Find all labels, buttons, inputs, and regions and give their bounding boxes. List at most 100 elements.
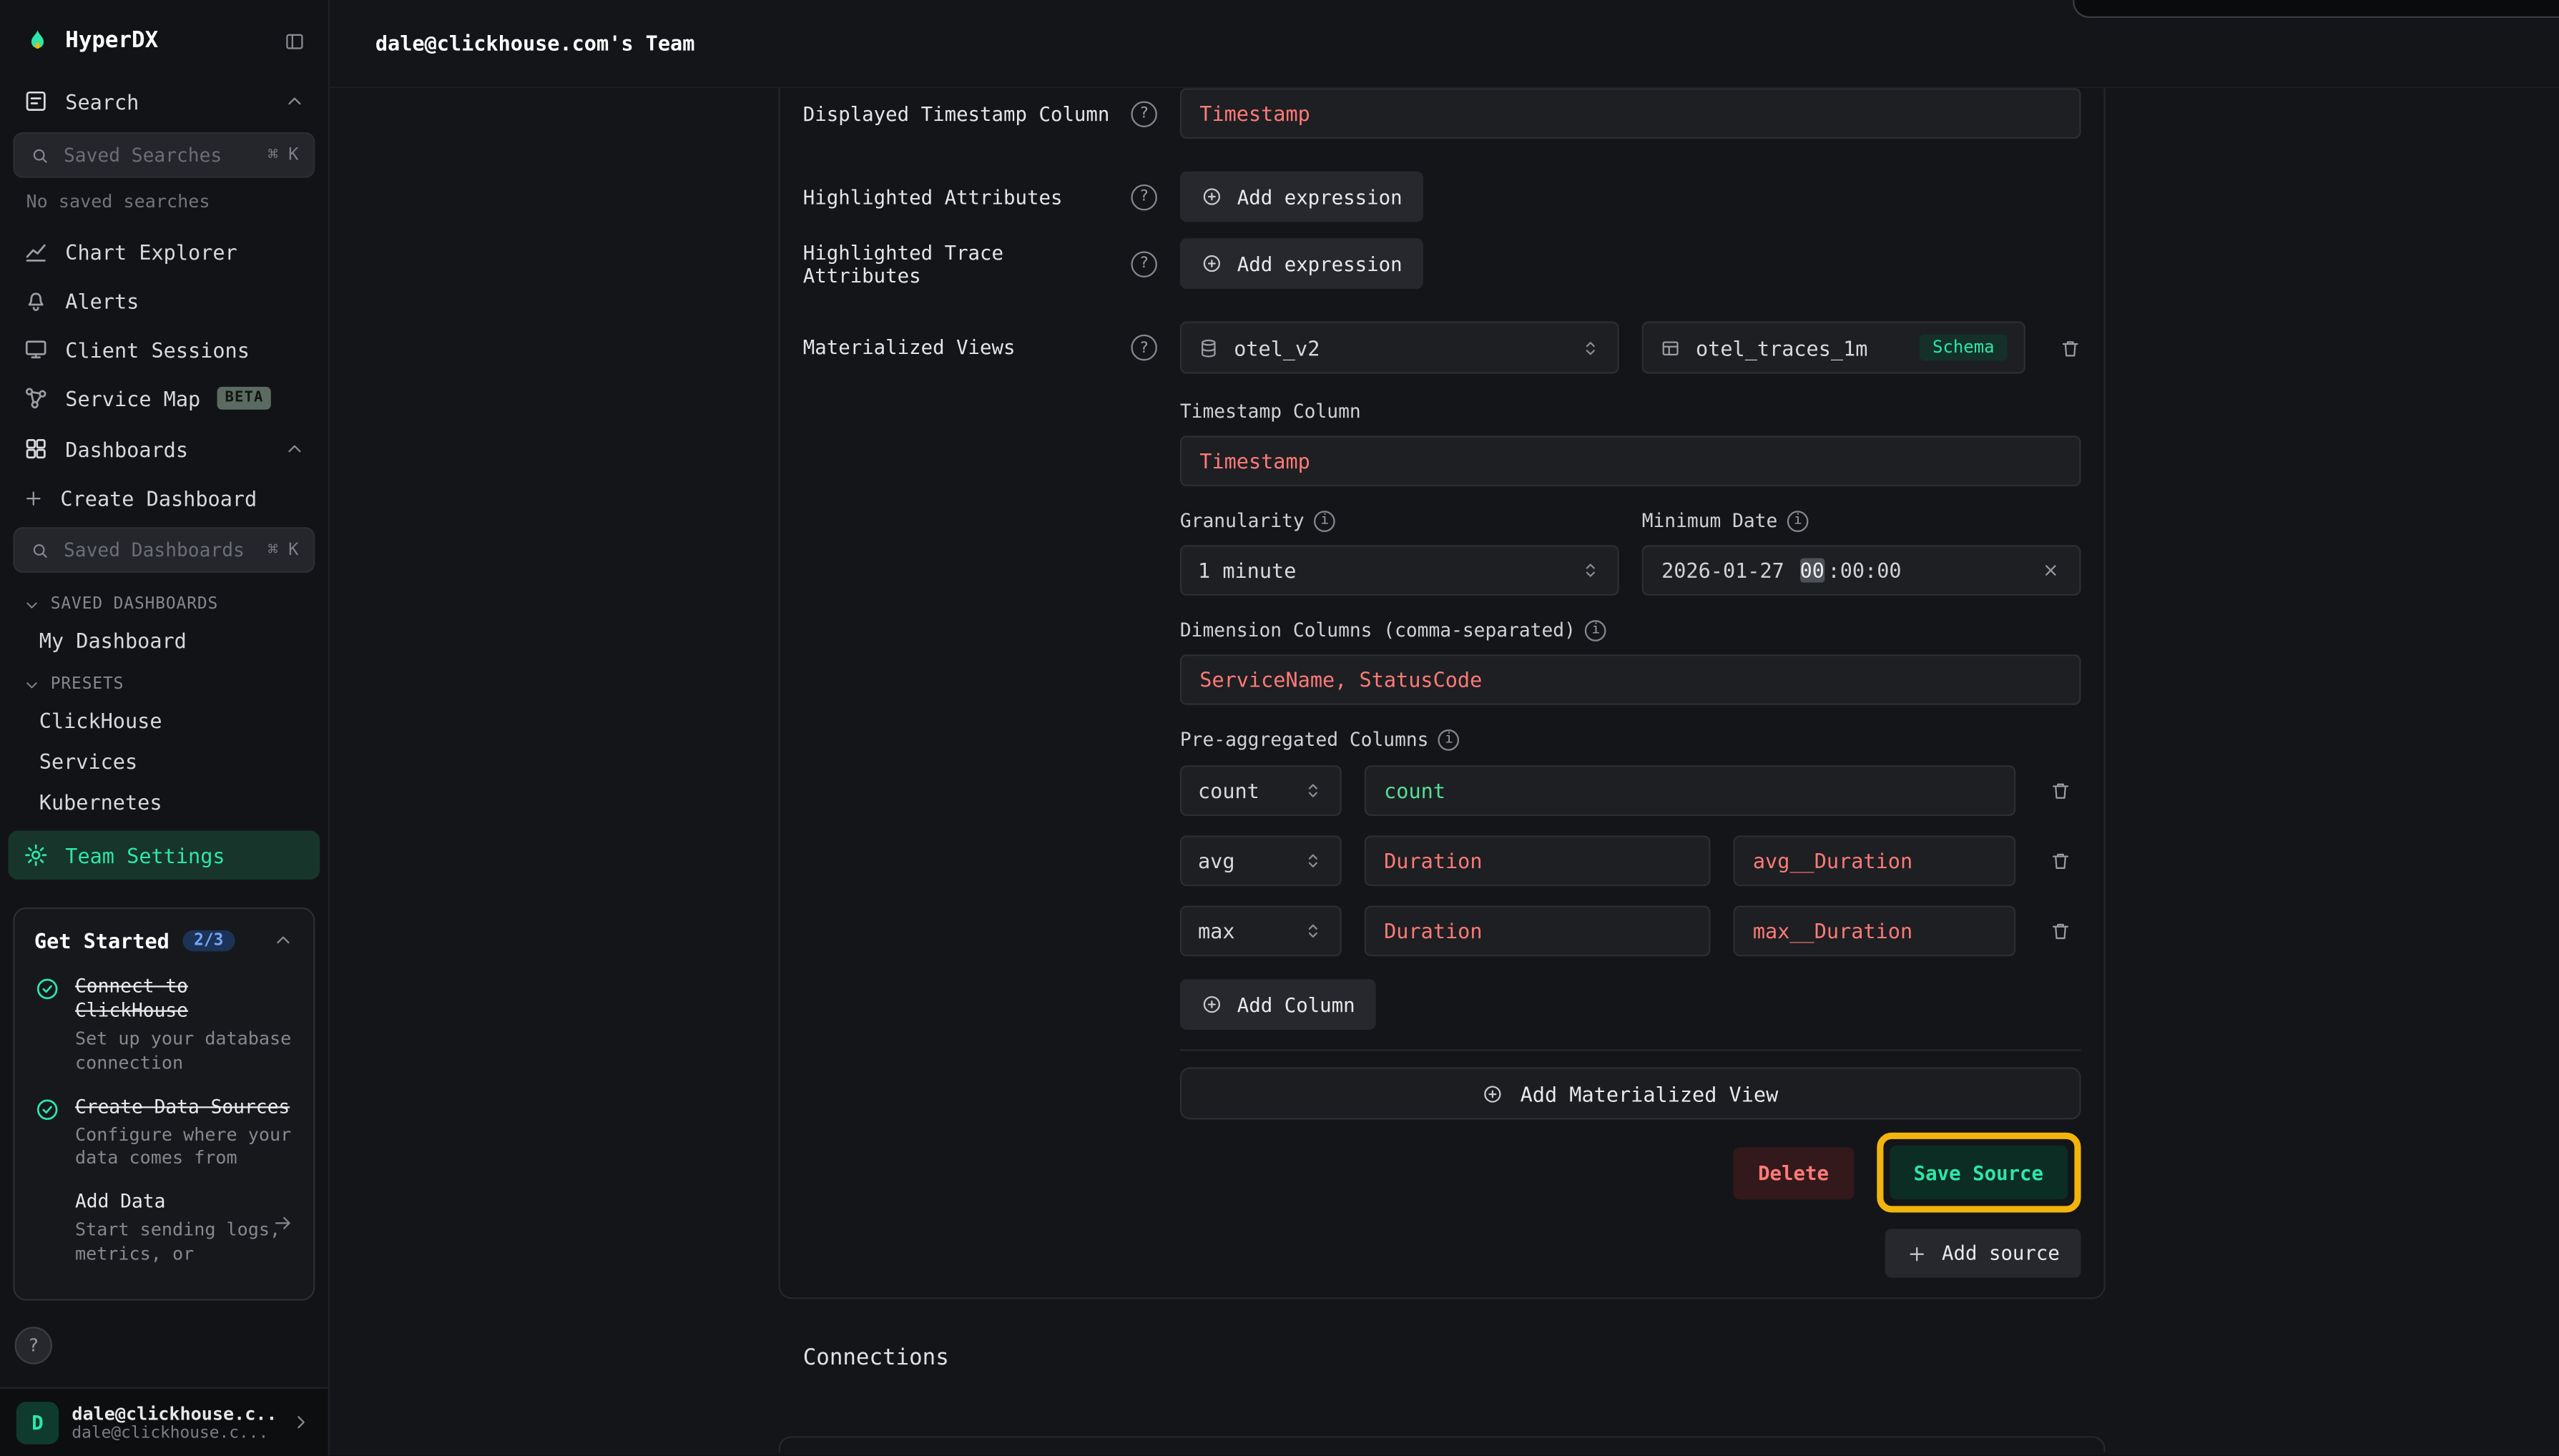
- add-expression-button[interactable]: Add expression: [1180, 172, 1423, 222]
- dashboards-label: Dashboards: [65, 436, 267, 461]
- arrow-right-icon: [272, 1213, 294, 1234]
- group-presets[interactable]: PRESETS: [0, 661, 328, 700]
- save-source-button[interactable]: Save Source: [1889, 1146, 2068, 1199]
- search-section-icon: [23, 88, 49, 114]
- agg-alias-input[interactable]: avg__Duration: [1733, 835, 2015, 886]
- mv-timestamp-column-value: Timestamp: [1199, 449, 1310, 473]
- monitor-icon: [23, 336, 49, 363]
- add-source-label: Add source: [1942, 1242, 2060, 1265]
- minimum-date-rest: :00:00: [1828, 558, 1902, 582]
- highlighted-attributes-label: Highlighted Attributes: [803, 185, 1063, 208]
- mv-table-select[interactable]: otel_traces_1m Schema: [1642, 322, 2025, 374]
- delete-row-button[interactable]: [2038, 840, 2081, 882]
- schema-badge[interactable]: Schema: [1920, 335, 2008, 361]
- get-started-step-connect[interactable]: Connect to ClickHouse Set up your databa…: [34, 974, 294, 1076]
- mv-database-value: otel_v2: [1234, 335, 1320, 360]
- sidebar-item-services[interactable]: Services: [0, 741, 328, 782]
- check-circle-icon: [34, 976, 61, 1076]
- sidebar-item-clickhouse[interactable]: ClickHouse: [0, 700, 328, 741]
- mv-timestamp-column-label: Timestamp Column: [1180, 400, 1361, 424]
- dimension-columns-input[interactable]: ServiceName, StatusCode: [1180, 654, 2081, 705]
- chevron-down-icon: [23, 596, 41, 614]
- saved-dashboards-input[interactable]: Saved Dashboards ⌘ K: [13, 527, 315, 573]
- add-expression-button[interactable]: Add expression: [1180, 238, 1423, 289]
- sidebar-item-kubernetes[interactable]: Kubernetes: [0, 782, 328, 822]
- saved-searches-placeholder: Saved Searches: [64, 144, 255, 167]
- saved-searches-shortcut: ⌘ K: [267, 145, 298, 164]
- delete-row-button[interactable]: [2038, 910, 2081, 952]
- saved-dashboards-placeholder: Saved Dashboards: [64, 538, 255, 561]
- agg-expression-input[interactable]: Duration: [1365, 906, 1711, 957]
- connections-heading: Connections: [803, 1344, 2559, 1371]
- sidebar-collapse-button[interactable]: [284, 30, 305, 51]
- chevron-up-icon[interactable]: [284, 438, 305, 460]
- help-circle-icon[interactable]: ?: [1131, 335, 1157, 361]
- chevron-up-icon[interactable]: [284, 91, 305, 112]
- add-expression-label: Add expression: [1237, 185, 1403, 208]
- table-icon: [1660, 337, 1681, 358]
- app-name: HyperDX: [65, 28, 271, 54]
- chevron-right-icon: [290, 1412, 312, 1433]
- clear-date-button[interactable]: [2040, 560, 2062, 581]
- chevron-up-icon[interactable]: [272, 930, 294, 952]
- delete-row-button[interactable]: [2038, 769, 2081, 812]
- plus-circle-icon: [1483, 1083, 1504, 1104]
- trash-icon: [2049, 780, 2071, 802]
- sidebar-item-team-settings[interactable]: Team Settings: [8, 831, 320, 880]
- add-materialized-view-button[interactable]: Add Materialized View: [1180, 1067, 2081, 1119]
- mv-timestamp-column-input[interactable]: Timestamp: [1180, 436, 2081, 486]
- select-chevrons-icon: [1580, 337, 1601, 358]
- create-dashboard-button[interactable]: Create Dashboard: [0, 475, 328, 522]
- group-saved-dashboards[interactable]: SAVED DASHBOARDS: [0, 581, 328, 620]
- user-menu[interactable]: D dale@clickhouse.c... dale@clickhouse.c…: [0, 1387, 328, 1456]
- add-column-button[interactable]: Add Column: [1180, 979, 1376, 1030]
- get-started-step-add-data[interactable]: Add Data Start sending logs, metrics, or: [34, 1190, 294, 1268]
- minimum-date-date: 2026-01-27: [1661, 558, 1797, 582]
- add-source-button[interactable]: Add source: [1885, 1229, 2081, 1277]
- floating-panel-edge: [2073, 0, 2559, 18]
- agg-row-count: count count: [1180, 765, 2081, 816]
- agg-expression-value: Duration: [1384, 919, 1482, 943]
- service-map-icon: [23, 385, 49, 412]
- beta-badge: BETA: [217, 387, 272, 410]
- service-map-label: Service Map: [65, 386, 200, 410]
- add-column-label: Add Column: [1237, 993, 1355, 1016]
- minimum-date-hour-segment[interactable]: 00: [1800, 558, 1824, 582]
- displayed-timestamp-input[interactable]: Timestamp: [1180, 88, 2081, 139]
- sidebar-item-my-dashboard[interactable]: My Dashboard: [0, 620, 328, 661]
- sidebar-item-chart-explorer[interactable]: Chart Explorer: [0, 227, 328, 275]
- plus-icon: [1906, 1243, 1927, 1264]
- dashboards-icon: [23, 436, 49, 462]
- minimum-date-input[interactable]: 2026-01-27 00:00:00: [1642, 545, 2081, 596]
- saved-dashboards-shortcut: ⌘ K: [267, 540, 298, 559]
- step-desc: Set up your database connection: [75, 1028, 294, 1076]
- step-title: Connect to ClickHouse: [75, 974, 294, 1023]
- delete-source-button[interactable]: Delete: [1734, 1146, 1853, 1199]
- sidebar-item-dashboards[interactable]: Dashboards: [0, 423, 328, 475]
- help-circle-icon[interactable]: ?: [1131, 100, 1157, 127]
- help-circle-icon[interactable]: ?: [1131, 250, 1157, 277]
- sidebar-item-alerts[interactable]: Alerts: [0, 276, 328, 325]
- agg-row-max: max Duration max__Duration: [1180, 906, 2081, 957]
- sidebar-item-service-map[interactable]: Service Map BETA: [0, 374, 328, 423]
- agg-alias-input[interactable]: max__Duration: [1733, 906, 2015, 957]
- add-expression-label: Add expression: [1237, 252, 1403, 275]
- agg-expression-input[interactable]: Duration: [1365, 835, 1711, 886]
- displayed-timestamp-value: Timestamp: [1199, 101, 1310, 125]
- agg-expression-input[interactable]: count: [1365, 765, 2016, 816]
- agg-expression-value: Duration: [1384, 849, 1482, 873]
- delete-view-button[interactable]: [2048, 326, 2091, 368]
- sidebar-item-search[interactable]: Search: [0, 75, 328, 127]
- granularity-select[interactable]: 1 minute: [1180, 545, 1619, 596]
- mv-database-select[interactable]: otel_v2: [1180, 322, 1619, 374]
- agg-fn-select[interactable]: count: [1180, 765, 1342, 816]
- get-started-step-sources[interactable]: Create Data Sources Configure where your…: [34, 1094, 294, 1172]
- help-button[interactable]: ?: [15, 1327, 52, 1364]
- agg-fn-select[interactable]: max: [1180, 906, 1342, 957]
- granularity-label: Granularity: [1180, 509, 1305, 533]
- agg-fn-select[interactable]: avg: [1180, 835, 1342, 886]
- saved-searches-input[interactable]: Saved Searches ⌘ K: [13, 132, 315, 178]
- sidebar-item-client-sessions[interactable]: Client Sessions: [0, 325, 328, 373]
- user-email: dale@clickhouse.c...: [72, 1424, 277, 1442]
- help-circle-icon[interactable]: ?: [1131, 184, 1157, 210]
